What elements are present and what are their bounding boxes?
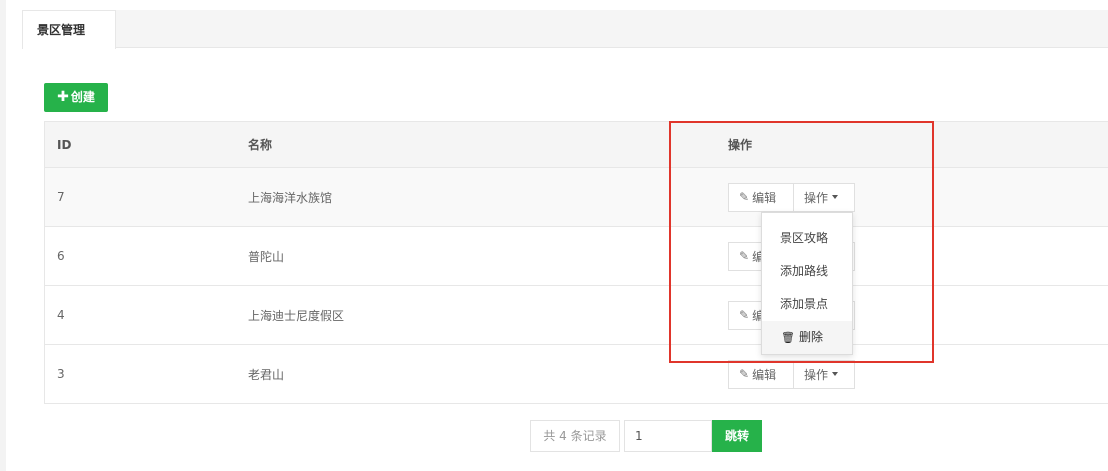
operation-dropdown-button[interactable]: 操作 bbox=[794, 359, 855, 389]
edit-button[interactable]: ✎编辑 bbox=[728, 359, 794, 389]
edit-icon: ✎ bbox=[739, 367, 750, 381]
caret-down-icon bbox=[832, 372, 839, 376]
column-header-name: 名称 bbox=[248, 138, 273, 152]
edit-button[interactable]: ✎编辑 bbox=[728, 182, 794, 212]
table-header-row: ID 名称 操作 bbox=[45, 122, 1108, 168]
pager-record-count: 共 4 条记录 bbox=[530, 420, 620, 452]
row-name: 普陀山 bbox=[248, 249, 285, 264]
operation-dropdown-button[interactable]: 操作 bbox=[794, 182, 855, 212]
row-id: 4 bbox=[57, 308, 65, 322]
row-name: 老君山 bbox=[248, 367, 285, 382]
tab-bar: 景区管理 bbox=[22, 10, 1108, 49]
row-name: 上海海洋水族馆 bbox=[248, 190, 333, 205]
operation-button-label: 操作 bbox=[804, 367, 829, 382]
caret-down-icon bbox=[832, 195, 839, 199]
column-header-operation: 操作 bbox=[728, 138, 753, 152]
row-id: 7 bbox=[57, 190, 65, 204]
create-button[interactable]: ✚ 创建 bbox=[44, 83, 108, 112]
table-row: 7 上海海洋水族馆 ✎ 编辑 操作 bbox=[45, 168, 1108, 227]
edit-button-label: 编辑 bbox=[752, 190, 777, 205]
action-button-group: ✎编辑 操作 bbox=[728, 182, 855, 212]
plus-icon: ✚ bbox=[57, 89, 69, 105]
column-header-id: ID bbox=[57, 137, 72, 152]
create-button-label: 创建 bbox=[70, 90, 95, 104]
scenic-table: ID 名称 操作 7 上海海洋水族馆 ✎编辑 操作 6 普陀山 ✎编辑 操作 4… bbox=[44, 121, 1108, 404]
edit-button-label: 编辑 bbox=[752, 367, 777, 382]
edit-icon: ✎ bbox=[739, 308, 750, 322]
table-row: 4 上海迪士尼度假区 ✎编辑 操作 bbox=[45, 286, 1108, 345]
pager-jump-button[interactable]: 跳转 bbox=[712, 420, 762, 452]
row-id: 6 bbox=[57, 249, 65, 263]
menu-item-delete[interactable]: 🗑 删除 bbox=[762, 321, 852, 354]
page-left-border bbox=[0, 0, 6, 471]
operation-dropdown-menu: 景区攻略 添加路线 添加景点 🗑 删除 bbox=[761, 212, 853, 355]
row-name: 上海迪士尼度假区 bbox=[248, 308, 345, 323]
row-id: 3 bbox=[57, 367, 65, 381]
menu-item-delete-label: 删除 bbox=[798, 330, 823, 344]
tab-scenic-management[interactable]: 景区管理 bbox=[22, 10, 116, 49]
menu-item-add-route[interactable]: 添加路线 bbox=[762, 255, 852, 288]
table-row: 6 普陀山 ✎编辑 操作 bbox=[45, 227, 1108, 286]
action-button-group: ✎编辑 操作 bbox=[728, 359, 855, 389]
pager-page-input[interactable]: 1 bbox=[624, 420, 712, 452]
operation-button-label: 操作 bbox=[804, 190, 829, 205]
menu-item-scenic-guide[interactable]: 景区攻略 bbox=[762, 222, 852, 255]
menu-item-add-spot[interactable]: 添加景点 bbox=[762, 288, 852, 321]
table-row: 3 老君山 ✎ 编辑 操作 bbox=[45, 345, 1108, 404]
edit-icon: ✎ bbox=[739, 190, 750, 204]
trash-icon: 🗑 bbox=[781, 331, 795, 344]
edit-icon: ✎ bbox=[739, 249, 750, 263]
